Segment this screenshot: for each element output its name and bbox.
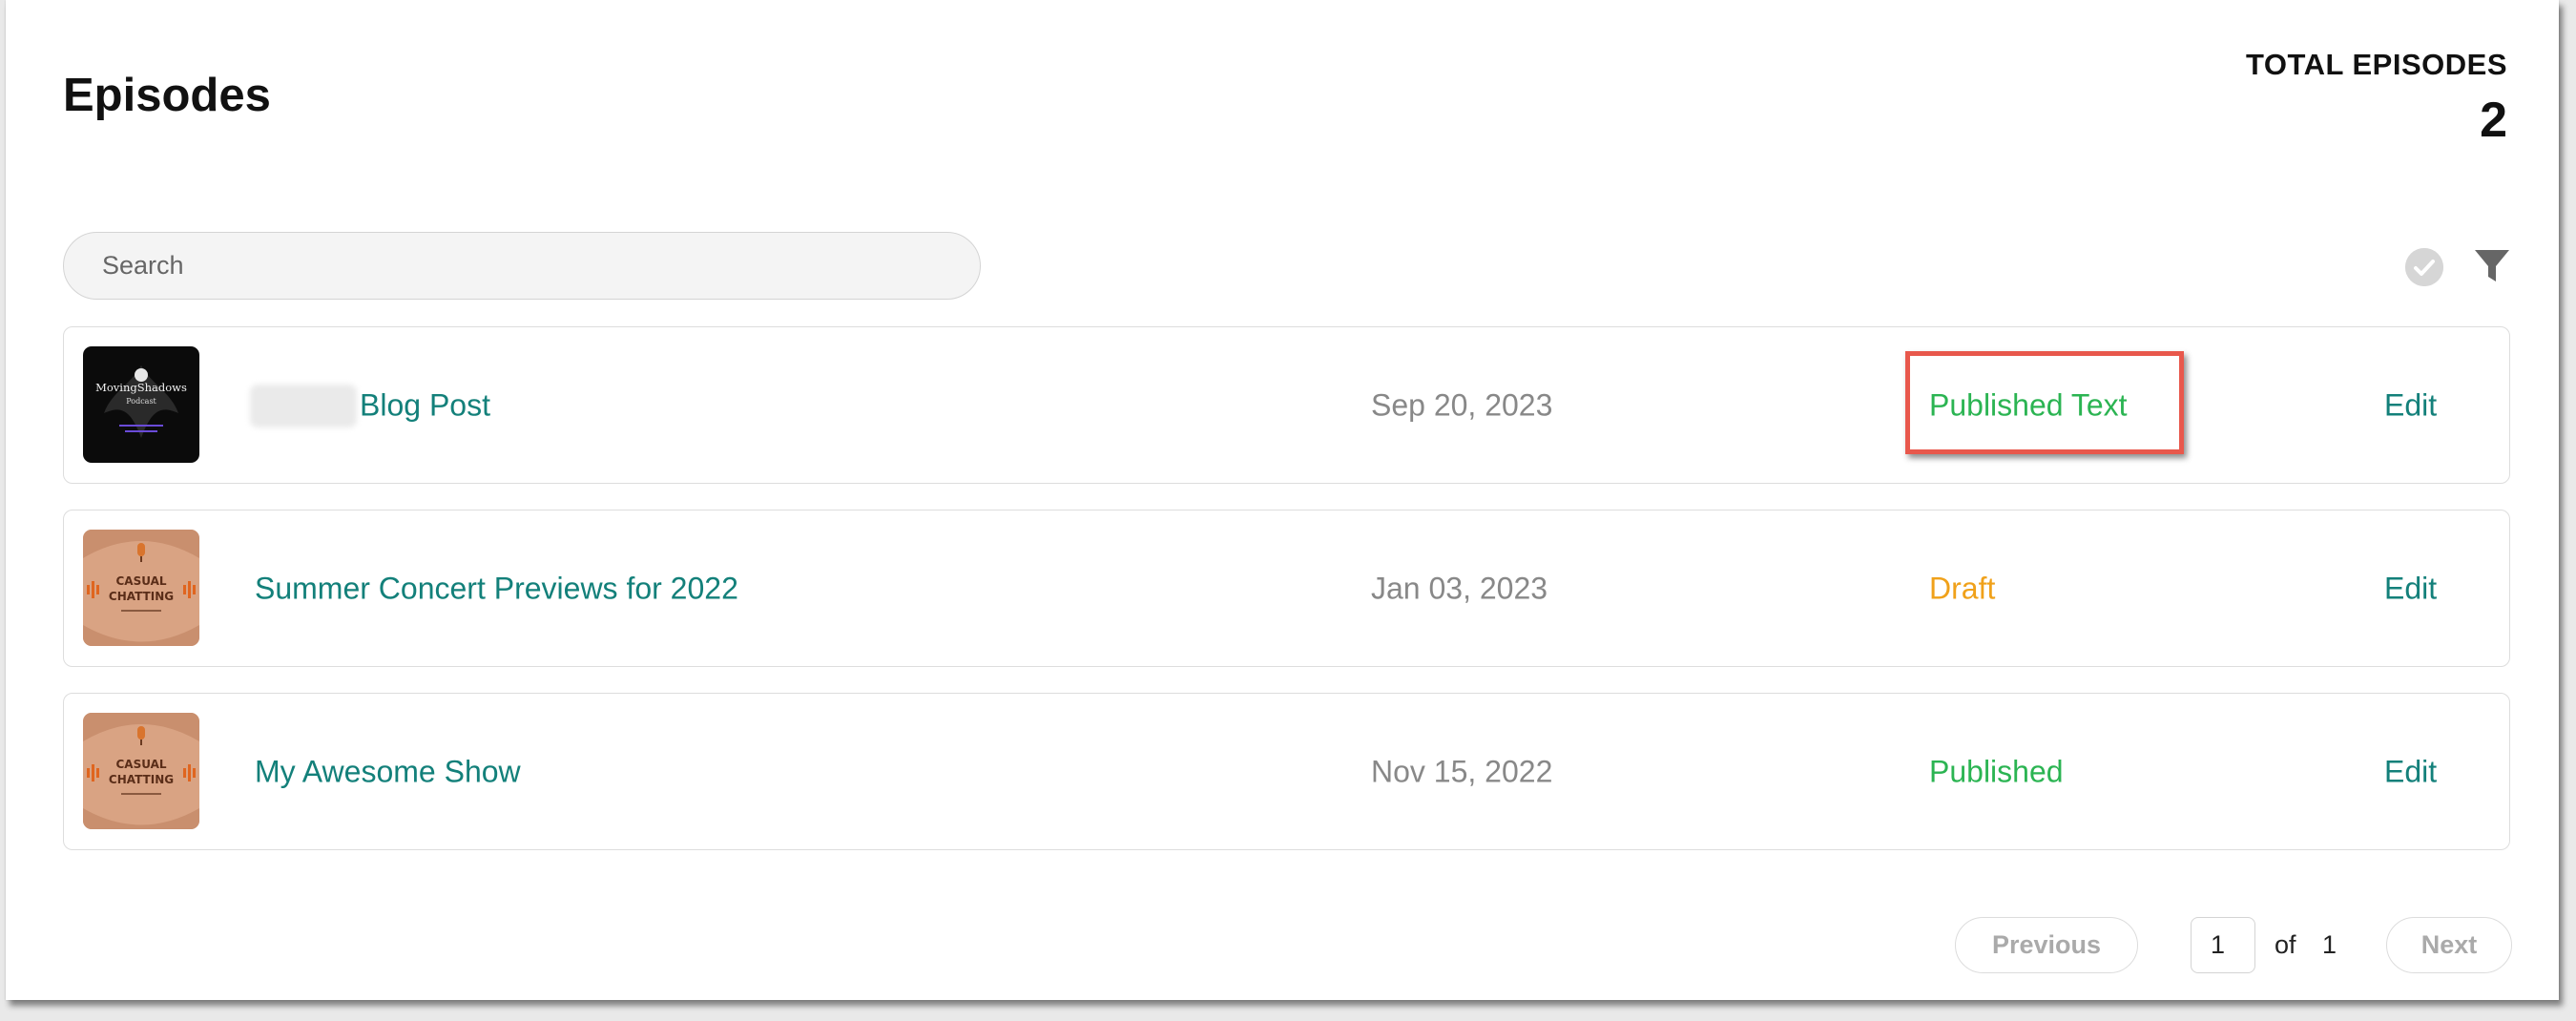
episode-date: Jan 03, 2023 [1371,571,1548,606]
highlight-annotation-box [1905,351,2184,454]
episode-date: Nov 15, 2022 [1371,754,1553,789]
episodes-panel: Episodes TOTAL EPISODES 2 MovingShadows … [6,0,2559,1000]
thumbnail-title-line2: CHATTING [109,773,174,786]
episode-thumbnail[interactable]: CASUAL CHATTING [83,530,199,646]
total-episodes-count: 2 [2480,93,2507,148]
check-circle-icon[interactable] [2405,248,2443,286]
total-episodes-label: TOTAL EPISODES [2246,48,2507,81]
edit-link[interactable]: Edit [2384,572,2437,607]
previous-page-button[interactable]: Previous [1955,917,2138,973]
search-input[interactable] [63,232,981,300]
episode-row[interactable]: CASUAL CHATTING Summer Concert Previews … [63,510,2510,667]
episode-status: Draft [1929,571,1996,606]
redacted-title-prefix [250,385,357,427]
page-of-label: of [2275,930,2296,959]
edit-link[interactable]: Edit [2384,755,2437,790]
episode-title-link[interactable]: Blog Post [360,388,490,424]
thumbnail-title-line1: CASUAL [115,758,166,771]
next-page-button[interactable]: Next [2386,917,2512,973]
filter-icon[interactable] [2472,246,2512,286]
thumbnail-title: MovingShadows [95,381,187,394]
thumbnail-title-line2: CHATTING [109,590,174,603]
episode-status: Published [1929,754,2064,789]
episode-title-link[interactable]: My Awesome Show [255,755,521,790]
thumbnail-title-line1: CASUAL [115,574,166,588]
page-number-input[interactable] [2191,917,2255,973]
episode-row[interactable]: CASUAL CHATTING My Awesome Show Nov 15, … [63,693,2510,850]
episode-row[interactable]: MovingShadows Podcast Blog Post Sep 20, … [63,326,2510,484]
episode-title-link[interactable]: Summer Concert Previews for 2022 [255,572,738,607]
total-pages: 1 [2322,930,2337,959]
episode-thumbnail[interactable]: CASUAL CHATTING [83,713,199,829]
thumbnail-subtitle: Podcast [126,397,156,406]
episode-thumbnail[interactable]: MovingShadows Podcast [83,346,199,463]
edit-link[interactable]: Edit [2384,388,2437,424]
episode-date: Sep 20, 2023 [1371,387,1553,423]
page-title: Episodes [63,70,271,121]
